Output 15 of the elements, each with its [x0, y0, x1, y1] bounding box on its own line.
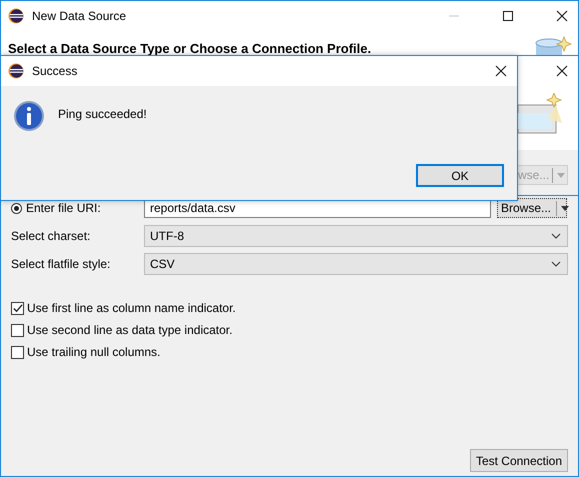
checkbox-label: Use first line as column name indicator.: [27, 301, 236, 315]
test-connection-button[interactable]: Test Connection: [470, 449, 568, 472]
browse-button[interactable]: Browse...: [497, 198, 567, 218]
style-label: Select flatfile style:: [11, 257, 112, 271]
message-text: Ping succeeded!: [58, 107, 147, 121]
charset-dropdown[interactable]: UTF-8: [144, 225, 568, 247]
file-uri-label: Enter file URI:: [26, 201, 101, 215]
checkbox-label: Use trailing null columns.: [27, 345, 160, 359]
ok-button[interactable]: OK: [416, 164, 504, 187]
window-title: New Data Source: [32, 9, 126, 23]
style-dropdown[interactable]: CSV: [144, 253, 568, 275]
dialog-title: Success: [32, 64, 78, 78]
page-heading: Select a Data Source Type or Choose a Connection Profile.: [8, 41, 372, 56]
checkbox-label: Use second line as data type indicator.: [27, 323, 232, 337]
charset-label: Select charset:: [11, 229, 92, 243]
